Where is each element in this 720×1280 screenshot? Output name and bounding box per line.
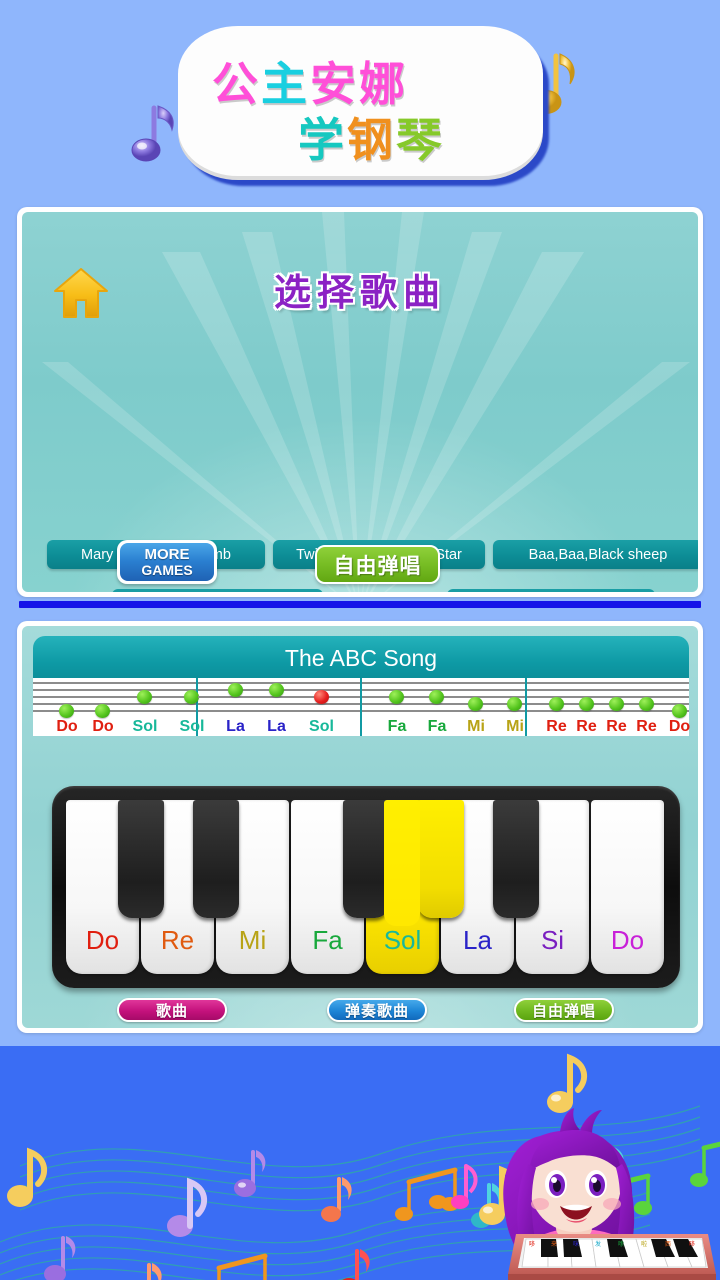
song-select-inner: 选择歌曲 Mary Had a Little LambTwinkle Twink… (22, 212, 698, 592)
staff-note (507, 697, 522, 711)
more-games-button[interactable]: MORE GAMES (117, 540, 217, 584)
svg-text:咪: 咪 (573, 1240, 579, 1248)
staff-note-label: Fa (427, 718, 447, 735)
piano-black-key[interactable] (493, 800, 539, 918)
more-games-label-2: GAMES (141, 561, 193, 578)
song-button[interactable]: The Itsy—Bitsy Spider (447, 589, 655, 592)
staff-note-label: Sol (132, 718, 158, 735)
staff-note-label: Re (606, 718, 627, 735)
staff-note-label: Re (636, 718, 657, 735)
staff-note-label: Fa (387, 718, 407, 735)
staff-note (268, 683, 284, 697)
staff-note (548, 697, 564, 711)
staff-note (95, 704, 110, 718)
player-control-button[interactable]: 弹奏歌曲 (327, 998, 427, 1022)
piano-black-key[interactable] (193, 800, 239, 918)
toy-keyboard: 哆 来 咪 发 嗦 啦 西 哆 (508, 1234, 716, 1280)
piano-black-key[interactable] (343, 800, 389, 918)
piano-black-key[interactable] (118, 800, 164, 918)
staff-note (608, 697, 624, 711)
bottom-illustration: 哆 来 咪 发 嗦 啦 西 哆 (0, 1046, 720, 1280)
staff-measure: La La Sol (197, 678, 362, 736)
staff-note (313, 690, 329, 704)
song-button[interactable]: The ABC Song (112, 589, 323, 592)
piano-white-key[interactable]: Do (591, 800, 664, 974)
staff-note (429, 690, 444, 704)
svg-text:哆: 哆 (689, 1240, 695, 1248)
svg-text:嗦: 嗦 (618, 1240, 624, 1248)
staff-note (137, 690, 152, 704)
player-control-button[interactable]: 歌曲 (117, 998, 227, 1022)
piano-play-panel: The ABC Song Do Do Sol Sol La La Sol Fa Fa Mi Mi Re… (17, 621, 703, 1033)
more-games-inner: MORE GAMES (120, 543, 214, 581)
song-select-panel: 选择歌曲 Mary Had a Little LambTwinkle Twink… (17, 207, 703, 597)
player-controls: 歌曲 弹奏歌曲 自由弹唱 (22, 998, 698, 1028)
staff-note-label: Do (668, 718, 691, 735)
staff-note-label: Sol (309, 718, 334, 735)
panel-divider-bar (19, 601, 701, 608)
piano-play-inner: The ABC Song Do Do Sol Sol La La Sol Fa Fa Mi Mi Re… (22, 626, 698, 1028)
bottom-art-svg: 哆 来 咪 发 嗦 啦 西 哆 (0, 1053, 720, 1280)
staff-note-label: Re (546, 718, 567, 735)
svg-text:啦: 啦 (641, 1240, 647, 1248)
staff-note (59, 704, 74, 718)
title-char: 琴 (396, 113, 445, 167)
active-key-highlight (384, 800, 420, 926)
current-song-title: The ABC Song (33, 636, 689, 680)
staff-note (578, 697, 594, 711)
piano-black-key[interactable] (418, 800, 464, 918)
page-title: 选择歌曲 (274, 271, 446, 314)
music-staff: Do Do Sol Sol La La Sol Fa Fa Mi Mi Re Re Re Re Do (33, 678, 691, 736)
staff-note (468, 697, 483, 711)
game-title-plaque: 公主安娜 学钢琴 (178, 26, 549, 186)
staff-lines (33, 678, 196, 714)
logo-area: 公主安娜 学钢琴 (0, 0, 720, 200)
title-char: 公 (212, 57, 261, 111)
staff-note (671, 704, 687, 718)
free-play-button[interactable]: 自由弹唱 (315, 545, 440, 584)
piano-body: Do Re Mi Fa Sol La Si Do (52, 786, 680, 988)
title-char: 钢 (347, 113, 396, 167)
staff-note-label: La (226, 718, 245, 735)
game-title-line2: 学钢琴 (298, 104, 558, 170)
staff-measure: Do Do Sol Sol (33, 678, 204, 736)
svg-text:哆: 哆 (529, 1240, 535, 1248)
staff-note-label: Do (56, 718, 78, 735)
staff-measure: Fa Fa Mi Mi (362, 678, 527, 736)
staff-note-label: La (267, 718, 286, 735)
staff-note (638, 697, 654, 711)
staff-note-label: Mi (467, 718, 485, 735)
piano-keys: Do Re Mi Fa Sol La Si Do (66, 800, 666, 974)
staff-measure: Re Re Re Re Do (526, 678, 691, 736)
staff-note (227, 683, 243, 697)
staff-note (389, 690, 404, 704)
svg-text:来: 来 (551, 1241, 557, 1248)
more-games-label-1: MORE (144, 546, 190, 564)
song-button[interactable]: Baa,Baa,Black sheep (493, 540, 698, 569)
svg-text:西: 西 (665, 1241, 671, 1248)
title-char: 学 (298, 113, 347, 167)
staff-note-label: Re (576, 718, 597, 735)
staff-note-label: Mi (506, 718, 524, 735)
player-control-button[interactable]: 自由弹唱 (514, 998, 614, 1022)
svg-text:发: 发 (595, 1240, 601, 1248)
staff-note-label: Do (92, 718, 114, 735)
